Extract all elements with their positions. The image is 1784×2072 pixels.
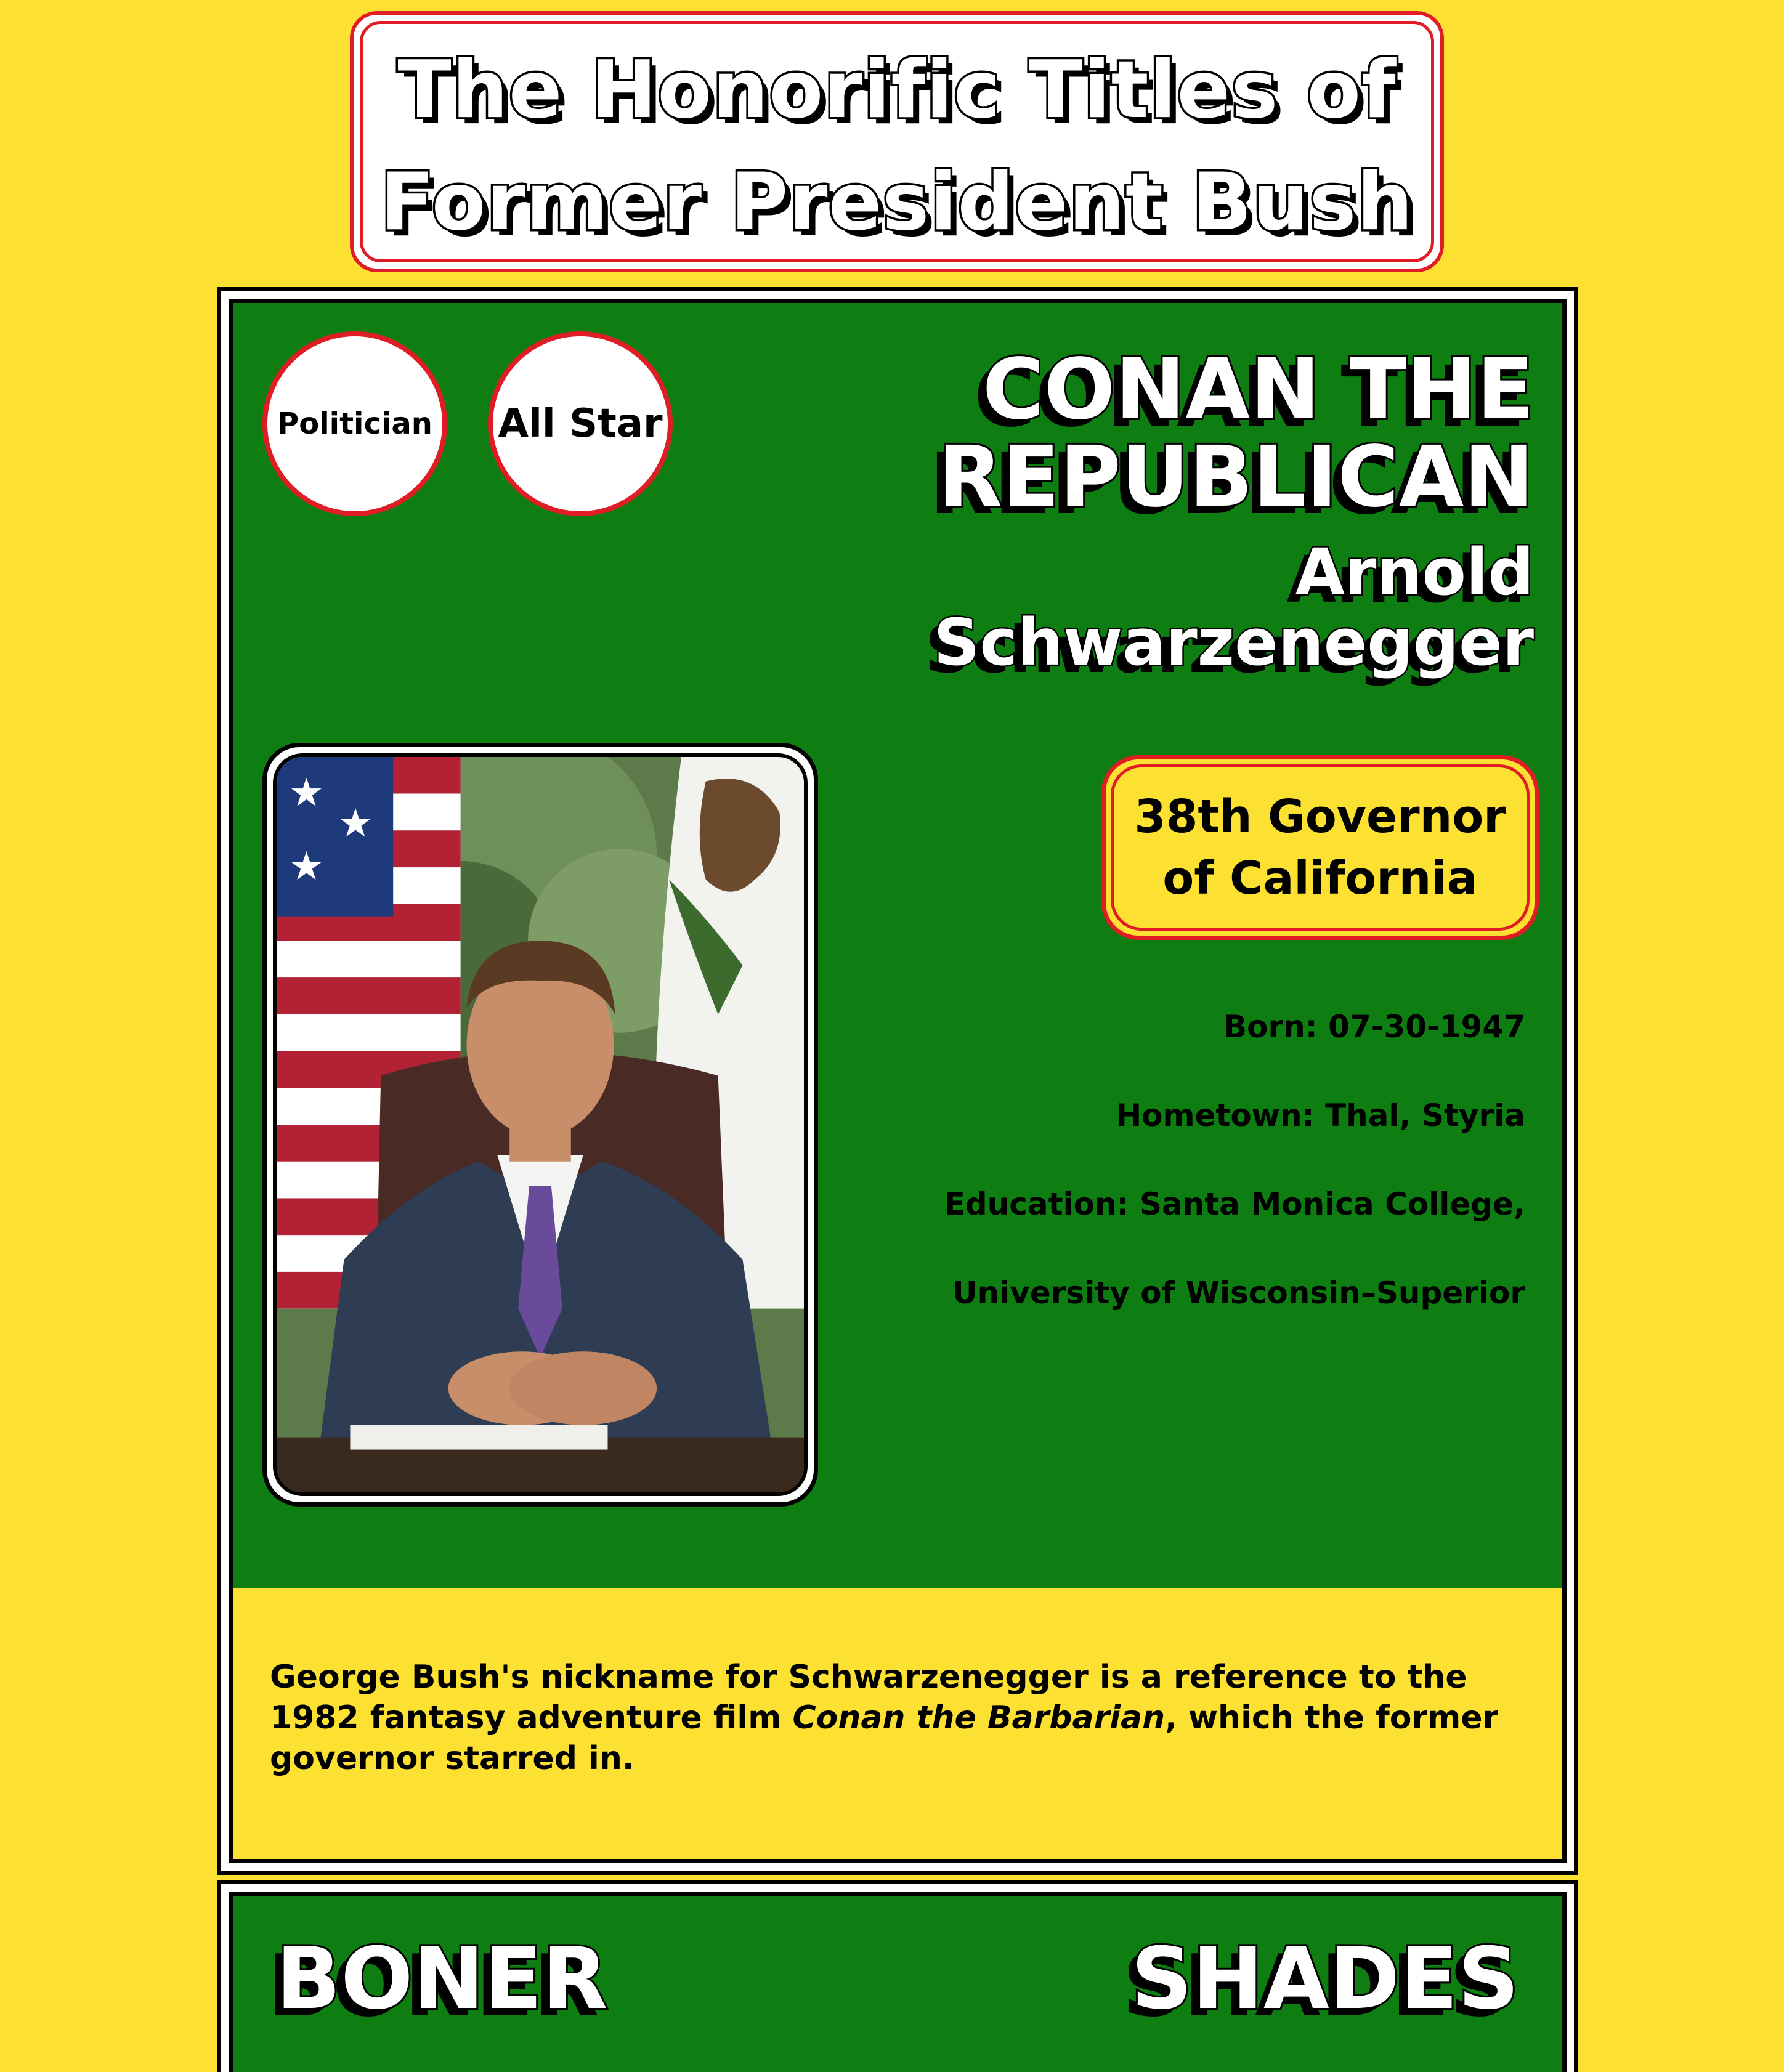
politician-badge-label: Politician xyxy=(277,407,432,441)
footer-left-label: BONER xyxy=(274,1929,610,2028)
nickname-line-2: REPUBLICAN xyxy=(936,429,1536,526)
office-badge: 38th Governor of California xyxy=(1101,755,1539,940)
all-star-badge-label: All Star xyxy=(498,401,663,447)
svg-text:★: ★ xyxy=(289,844,324,889)
bio-facts: Born: 07-30-1947 Hometown: Thal, Styria … xyxy=(944,1008,1525,1363)
footer-bar-body: BONER SHADES xyxy=(229,1892,1567,2072)
fact-hometown: Hometown: Thal, Styria xyxy=(1116,1098,1525,1133)
footer-right-label: SHADES xyxy=(1129,1929,1521,2028)
page-title-line-2: Former President Bush xyxy=(378,155,1415,251)
person-name: Arnold Schwarzenegger xyxy=(932,535,1535,680)
nickname-line-1: CONAN THE xyxy=(981,341,1536,439)
description-text: George Bush's nickname for Schwarzenegge… xyxy=(270,1657,1525,1779)
office-title: 38th Governor of California xyxy=(1134,786,1506,909)
nickname-title: CONAN THE REPUBLICAN xyxy=(936,341,1536,526)
politician-badge: Politician xyxy=(262,331,447,516)
office-line-2: of California xyxy=(1162,852,1478,905)
trading-card-body: Politician All Star CONAN THE REPUBLICAN… xyxy=(229,299,1567,1863)
portrait-illustration: ★ ★ ★ ★ ★ ★ xyxy=(277,757,804,1492)
fact-born: Born: 07-30-1947 xyxy=(1223,1009,1525,1045)
page-title-line-1: The Honorific Titles of xyxy=(395,42,1398,139)
fact-education-continued: University of Wisconsin–Superior xyxy=(952,1275,1525,1311)
person-first-name: Arnold xyxy=(1294,535,1535,610)
portrait-frame: ★ ★ ★ ★ ★ ★ xyxy=(262,743,818,1507)
person-last-name: Schwarzenegger xyxy=(932,605,1535,680)
page-title: The Honorific Titles of Former President… xyxy=(354,34,1440,259)
trading-card: Politician All Star CONAN THE REPUBLICAN… xyxy=(217,287,1578,1875)
office-line-1: 38th Governor xyxy=(1134,790,1506,843)
header-title-box: The Honorific Titles of Former President… xyxy=(350,11,1444,272)
svg-text:★: ★ xyxy=(289,770,324,815)
description-panel: George Bush's nickname for Schwarzenegge… xyxy=(233,1588,1562,1859)
footer-bar: BONER SHADES xyxy=(217,1880,1578,2072)
office-badge-inner: 38th Governor of California xyxy=(1111,764,1530,931)
fact-education: Education: Santa Monica College, xyxy=(944,1186,1525,1222)
portrait-photo: ★ ★ ★ ★ ★ ★ xyxy=(273,753,808,1496)
all-star-badge: All Star xyxy=(488,331,673,516)
film-title: Conan the Barbarian xyxy=(792,1699,1166,1736)
svg-text:★: ★ xyxy=(338,801,373,846)
